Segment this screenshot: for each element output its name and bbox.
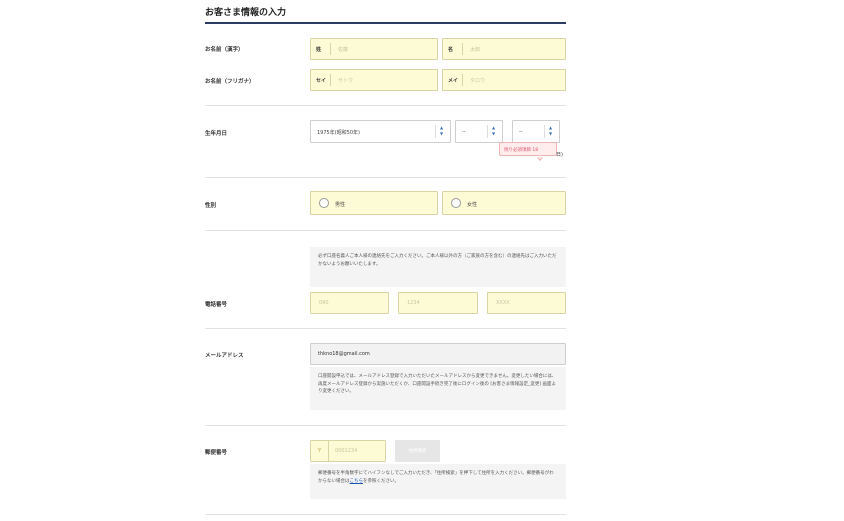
- phone-part3-input[interactable]: XXXX: [487, 292, 566, 314]
- phone-part2-input[interactable]: 1234: [398, 292, 478, 314]
- postal-code-placeholder: 0001234: [335, 448, 358, 454]
- remaining-required-tooltip: 残り必須項目 18: [499, 142, 557, 161]
- postal-code-input[interactable]: 〒 0001234: [310, 440, 386, 462]
- first-name-kana-placeholder: タロウ: [470, 78, 486, 84]
- gender-female-radio[interactable]: 女性: [442, 191, 566, 215]
- field-separator: [330, 43, 331, 55]
- postal-mark-icon: 〒: [311, 441, 329, 461]
- phone-note: 必ず口座名義人ご本人様の連絡先をご入力ください。ご本人様以外の方（ご家族の方を含…: [310, 247, 566, 287]
- select-arrows-icon: ▲ ▼: [487, 125, 498, 138]
- email-note: 口座開設申込では、メールアドレス登録で入力いただいたメールアドレスから変更できま…: [310, 367, 566, 410]
- field-separator: [462, 43, 463, 55]
- postal-label: 郵便番号: [205, 450, 228, 456]
- birthday-label: 生年月日: [205, 131, 228, 137]
- last-name-kanji-input[interactable]: 姓 佐藤: [310, 38, 438, 60]
- row-divider: [205, 177, 566, 178]
- tooltip-arrow: [537, 155, 543, 161]
- email-value: thkno18@gmail.com: [318, 351, 370, 357]
- postal-note-tail: を参照ください。: [363, 478, 399, 484]
- row-divider: [205, 105, 566, 106]
- first-name-tag: 名: [448, 47, 454, 53]
- last-name-placeholder: 佐藤: [338, 47, 349, 53]
- birth-year-value: 1975年(昭和50年): [317, 130, 360, 136]
- first-name-kana-input[interactable]: メイ タロウ: [442, 69, 566, 91]
- phone-part2-placeholder: 1234: [407, 300, 420, 306]
- birth-day-value: --: [519, 129, 523, 135]
- email-label: メールアドレス: [205, 353, 244, 359]
- first-name-placeholder: 太郎: [470, 47, 481, 53]
- field-separator: [462, 74, 463, 86]
- last-name-kana-placeholder: サトウ: [338, 78, 354, 84]
- postal-note: 郵便番号を半角数字にてハイフンなしでご入力いただき、「住所検索」を押下して住所を…: [310, 464, 566, 499]
- last-name-tag: 姓: [316, 47, 322, 53]
- birth-day-select[interactable]: -- ▲ ▼: [512, 120, 560, 143]
- name-kana-label: お名前（フリガナ）: [205, 79, 255, 85]
- tooltip-text: 残り必須項目 18: [504, 148, 539, 153]
- first-name-kanji-input[interactable]: 名 太郎: [442, 38, 566, 60]
- first-name-kana-tag: メイ: [448, 78, 459, 84]
- row-divider: [205, 328, 566, 329]
- phone-part1-placeholder: 090: [319, 300, 329, 306]
- last-name-kana-input[interactable]: セイ サトウ: [310, 69, 438, 91]
- address-search-button[interactable]: 住所検索: [395, 440, 440, 462]
- birth-month-select[interactable]: -- ▲ ▼: [455, 120, 503, 143]
- field-separator: [330, 74, 331, 86]
- row-divider: [205, 230, 566, 231]
- radio-circle-icon: [319, 198, 329, 208]
- gender-male-radio[interactable]: 男性: [310, 191, 438, 215]
- select-arrows-icon: ▲ ▼: [544, 125, 555, 138]
- name-kanji-label: お名前（漢字）: [205, 47, 244, 53]
- postal-mark-glyph: 〒: [317, 448, 323, 454]
- phone-label: 電話番号: [205, 302, 228, 308]
- gender-male-label: 男性: [335, 202, 346, 208]
- select-arrows-icon: ▲ ▼: [435, 125, 446, 138]
- phone-part1-input[interactable]: 090: [310, 292, 389, 314]
- birth-year-select[interactable]: 1975年(昭和50年) ▲ ▼: [310, 120, 451, 143]
- postal-help-link[interactable]: こちら: [350, 479, 364, 484]
- last-name-kana-tag: セイ: [316, 78, 327, 84]
- gender-label: 性別: [205, 203, 217, 209]
- section-title: お客さま情報の入力: [205, 8, 287, 18]
- row-divider: [205, 425, 566, 426]
- birth-month-value: --: [462, 129, 466, 135]
- day-suffix: 日): [556, 152, 563, 158]
- row-divider: [205, 514, 566, 515]
- phone-part3-placeholder: XXXX: [496, 300, 510, 306]
- email-input[interactable]: thkno18@gmail.com: [310, 343, 566, 365]
- title-underline: [205, 22, 566, 24]
- radio-circle-icon: [451, 198, 461, 208]
- gender-female-label: 女性: [467, 202, 478, 208]
